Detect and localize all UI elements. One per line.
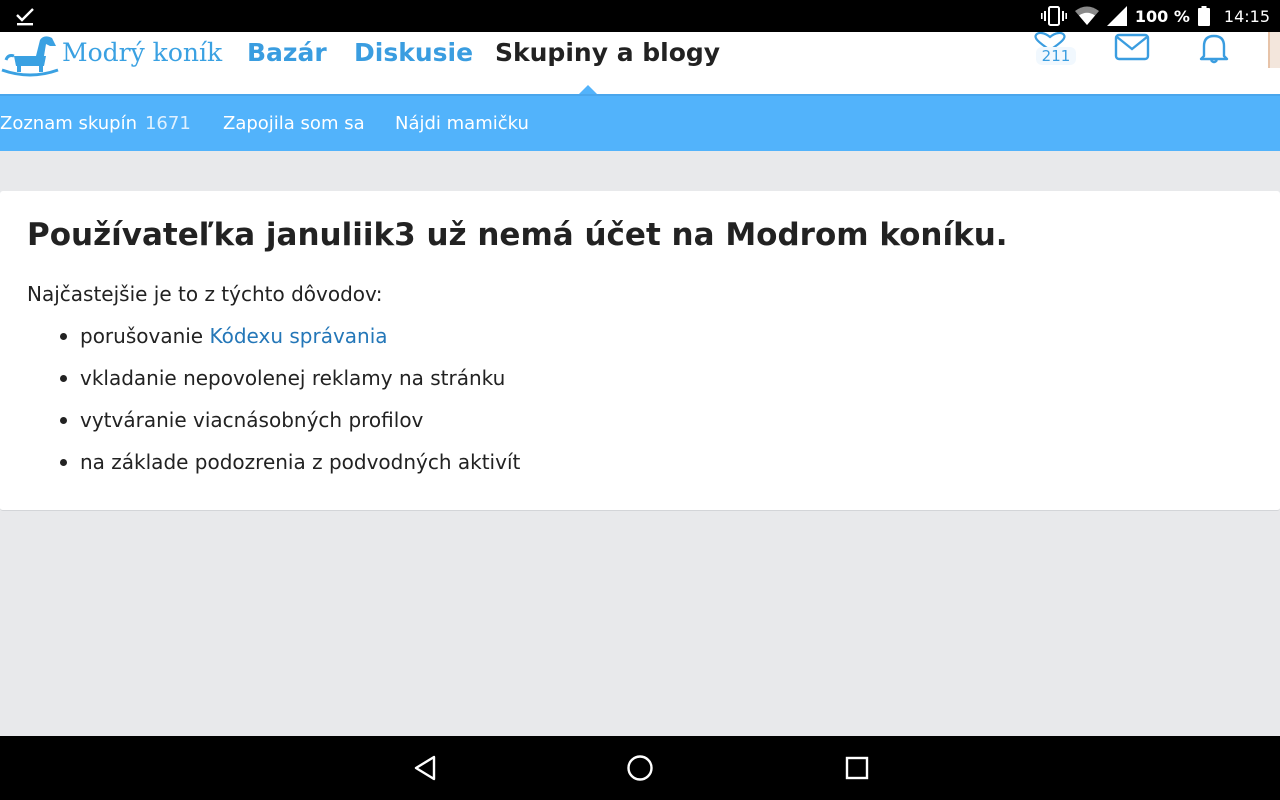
vibrate-icon xyxy=(1040,6,1067,26)
subnav-item-zoznam-skupin[interactable]: Zoznam skupín 1671 xyxy=(0,113,191,134)
logo[interactable]: Modrý koník xyxy=(0,32,222,94)
bell-icon[interactable] xyxy=(1198,32,1230,64)
android-nav-bar xyxy=(0,736,1280,800)
brand-name: Modrý koník xyxy=(62,38,223,67)
group-count: 1671 xyxy=(144,113,191,134)
bullet xyxy=(60,417,67,424)
battery-icon xyxy=(1197,6,1210,26)
wifi-icon xyxy=(1074,6,1099,25)
page-title: Používateľka januliik3 už nemá účet na M… xyxy=(27,217,1008,253)
nav-skupiny-a-blogy[interactable]: Skupiny a blogy xyxy=(495,38,720,67)
battery-percent: 100 % xyxy=(1134,6,1190,26)
list-item: vytváranie viacnásobných profilov xyxy=(0,403,520,445)
subnav-item-najdi-mamicku[interactable]: Nájdi mamičku xyxy=(395,113,529,134)
nav-bazar[interactable]: Bazár xyxy=(247,38,327,67)
home-icon[interactable] xyxy=(626,754,654,782)
content-card: Používateľka januliik3 už nemá účet na M… xyxy=(0,191,1280,511)
active-nav-caret xyxy=(579,85,597,94)
reason-text: vytváranie viacnásobných profilov xyxy=(80,408,424,432)
bullet xyxy=(60,459,67,466)
rocking-horse-icon xyxy=(1,36,59,77)
mail-icon[interactable] xyxy=(1114,33,1150,61)
bullet xyxy=(60,375,67,382)
reasons-intro: Najčastejšie je to z týchto dôvodov: xyxy=(27,282,383,306)
status-bar: 100 % 14:15 xyxy=(0,0,1280,32)
nav-diskusie[interactable]: Diskusie xyxy=(354,38,473,67)
recent-apps-icon[interactable] xyxy=(844,754,870,782)
reasons-list: porušovanie Kódexu správania vkladanie n… xyxy=(0,319,520,487)
bullet xyxy=(60,333,67,340)
avatar[interactable] xyxy=(1268,32,1280,68)
subnav-item-label: Zoznam skupín xyxy=(0,113,137,134)
clock: 14:15 xyxy=(1223,6,1270,26)
list-item: porušovanie Kódexu správania xyxy=(0,319,520,361)
list-item: na základe podozrenia z podvodných aktiv… xyxy=(0,445,520,487)
heart-count-badge[interactable]: 211 xyxy=(1036,47,1076,65)
reason-text: porušovanie xyxy=(80,324,210,348)
site-header: Modrý koník Bazár Diskusie Skupiny a blo… xyxy=(0,32,1280,94)
sub-navigation: Zoznam skupín 1671 Zapojila som sa Nájdi … xyxy=(0,94,1280,151)
back-icon[interactable] xyxy=(412,754,438,782)
code-of-conduct-link[interactable]: Kódexu správania xyxy=(209,324,387,348)
reason-text: vkladanie nepovolenej reklamy na stránku xyxy=(80,366,506,390)
reason-text: na základe podozrenia z podvodných aktiv… xyxy=(80,450,521,474)
list-item: vkladanie nepovolenej reklamy na stránku xyxy=(0,361,520,403)
download-done-icon xyxy=(16,8,34,26)
signal-icon xyxy=(1106,6,1127,26)
subnav-item-zapojila-som-sa[interactable]: Zapojila som sa xyxy=(223,113,365,134)
